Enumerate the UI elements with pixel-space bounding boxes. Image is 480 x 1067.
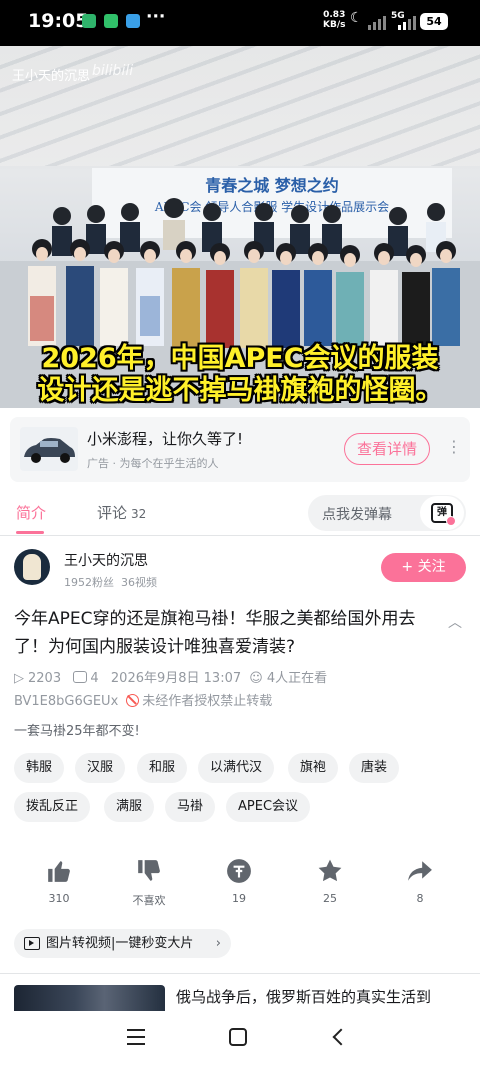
ad-details-button[interactable]: 查看详情 [344, 433, 430, 465]
tab-intro-label: 简介 [16, 504, 47, 522]
caption-line1: 2026年，中国APEC会议的服装 [41, 343, 439, 374]
tag-item[interactable]: 韩服 [14, 753, 65, 783]
ad-section: 小米澎程，让你久等了! 广告 · 为每个在乎生活的人 查看详情 ⋮ [0, 408, 480, 490]
tab-comments-label: 评论 [97, 504, 128, 522]
network-speed-unit: KB/s [323, 20, 346, 30]
system-navigation-bar [0, 1011, 480, 1067]
danmaku-count: 4 [90, 671, 99, 686]
author-videos: 36视频 [121, 576, 157, 589]
moon-icon: ☾ [350, 10, 363, 26]
status-bar: 19:05 ··· 0.83 KB/s ☾ 5G 54 [0, 0, 480, 46]
dislike-button[interactable]: 不喜欢 [119, 858, 179, 908]
share-count: 8 [416, 892, 424, 905]
follow-button[interactable]: + 关注 [381, 553, 466, 582]
tag-item[interactable]: 以满代汉 [198, 753, 275, 783]
signal-x-icon [368, 14, 386, 30]
dislike-label: 不喜欢 [132, 894, 166, 907]
ad-car-image [20, 427, 78, 471]
back-icon[interactable] [332, 1028, 350, 1046]
coin-button[interactable]: 19 [209, 858, 269, 905]
coin-icon [227, 859, 251, 883]
thumbs-up-icon [48, 861, 70, 882]
video-meta-2: BV1E8bG6GEUx 未经作者授权禁止转载 [14, 690, 272, 709]
video-title: 今年APEC穿的还是旗袍马褂！华服之美都给国外用去了！为何国内服装设计唯独喜爱清… [14, 609, 416, 657]
more-options-icon[interactable]: ⋮ [446, 437, 462, 456]
ad-title: 小米澎程，让你久等了! [87, 430, 244, 448]
tab-bar: 简介 评论 32 点我发弹幕 弹 [0, 490, 480, 536]
bvid[interactable]: BV1E8bG6GEUx [14, 694, 118, 709]
favorite-count: 25 [323, 892, 337, 905]
tab-comments[interactable]: 评论 32 [97, 502, 146, 523]
thumbs-down-icon [138, 860, 160, 881]
no-repost-icon [126, 694, 140, 707]
video-player[interactable]: 王小天的沉思 bilibili 青春之城 梦想之约 APEC会 领导人合影服 学… [0, 46, 480, 408]
signal-icon [398, 14, 416, 30]
caption-line2: 设计还是逃不掉马褂旗袍的怪圈。 [37, 375, 443, 406]
video-description: 一套马褂25年都不变! [14, 724, 140, 739]
copyright-notice: 未经作者授权禁止转载 [142, 694, 273, 709]
avatar[interactable] [14, 549, 50, 585]
danmaku-count-icon [73, 671, 88, 683]
author-name[interactable]: 王小天的沉思 [64, 550, 148, 570]
author-stats: 1952粉丝 36视频 [64, 574, 157, 590]
promo-label: 图片转视频|一键秒变大片 [46, 936, 194, 951]
coin-count: 19 [232, 892, 246, 905]
home-icon[interactable] [229, 1028, 247, 1046]
chat-notification-icon [126, 14, 140, 28]
danmaku-bar: 点我发弹幕 弹 [308, 495, 466, 531]
danmaku-icon: 弹 [431, 503, 456, 526]
tag-item[interactable]: APEC会议 [226, 792, 311, 822]
publish-date: 2026年9月8日 13:07 [110, 671, 242, 686]
author-fans: 1952粉丝 [64, 576, 114, 589]
divider [0, 973, 480, 974]
like-button[interactable]: 310 [29, 858, 89, 905]
video-meta: ▷ 2203 4 2026年9月8日 13:07 ☺ 4人正在看 [14, 667, 331, 686]
tag-item[interactable]: 旗袍 [288, 753, 339, 783]
collapse-chevron-icon[interactable]: ︿ [448, 612, 462, 632]
watching-count: 4人正在看 [266, 671, 328, 686]
favorite-button[interactable]: 25 [300, 858, 360, 905]
recent-apps-icon[interactable] [127, 1029, 145, 1045]
tag-item[interactable]: 汉服 [75, 753, 126, 783]
ad-tag: 广告 · 为每个在乎生活的人 [87, 457, 219, 470]
tab-active-indicator [16, 531, 44, 534]
comment-count: 32 [131, 507, 147, 521]
tag-item[interactable]: 唐装 [349, 753, 400, 783]
tag-item[interactable]: 马褂 [165, 792, 216, 822]
share-icon [408, 861, 432, 881]
star-icon [318, 859, 342, 882]
like-count: 310 [48, 892, 70, 905]
network-speed-value: 0.83 [323, 10, 346, 20]
recommended-video-title[interactable]: 俄乌战争后，俄罗斯百姓的真实生活到 [176, 985, 431, 1009]
danmaku-input[interactable]: 点我发弹幕 [322, 504, 392, 524]
watching-icon: ☺ [249, 671, 263, 686]
tag-item[interactable]: 满服 [104, 792, 155, 822]
tab-intro[interactable]: 简介 [16, 502, 46, 523]
tag-item[interactable]: 和服 [137, 753, 188, 783]
network-speed: 0.83 KB/s [323, 10, 345, 30]
battery-icon: 54 [420, 13, 448, 30]
status-time: 19:05 [28, 10, 89, 32]
app-notification-icon [82, 14, 96, 28]
play-count: 2203 [28, 671, 62, 686]
message-notification-icon [104, 14, 118, 28]
share-button[interactable]: 8 [390, 858, 450, 905]
ad-card[interactable]: 小米澎程，让你久等了! 广告 · 为每个在乎生活的人 查看详情 ⋮ [10, 417, 470, 482]
more-notifications-icon: ··· [146, 7, 166, 27]
image-to-video-promo[interactable]: 图片转视频|一键秒变大片 › [14, 929, 231, 958]
chevron-right-icon: › [215, 936, 221, 951]
tag-item[interactable]: 拨乱反正 [14, 792, 91, 822]
danmaku-toggle-button[interactable]: 弹 [420, 496, 464, 530]
video-caption: 2026年，中国APEC会议的服装 设计还是逃不掉马褂旗袍的怪圈。 [0, 343, 480, 407]
play-icon: ▷ [14, 671, 24, 686]
video-icon [24, 937, 40, 950]
